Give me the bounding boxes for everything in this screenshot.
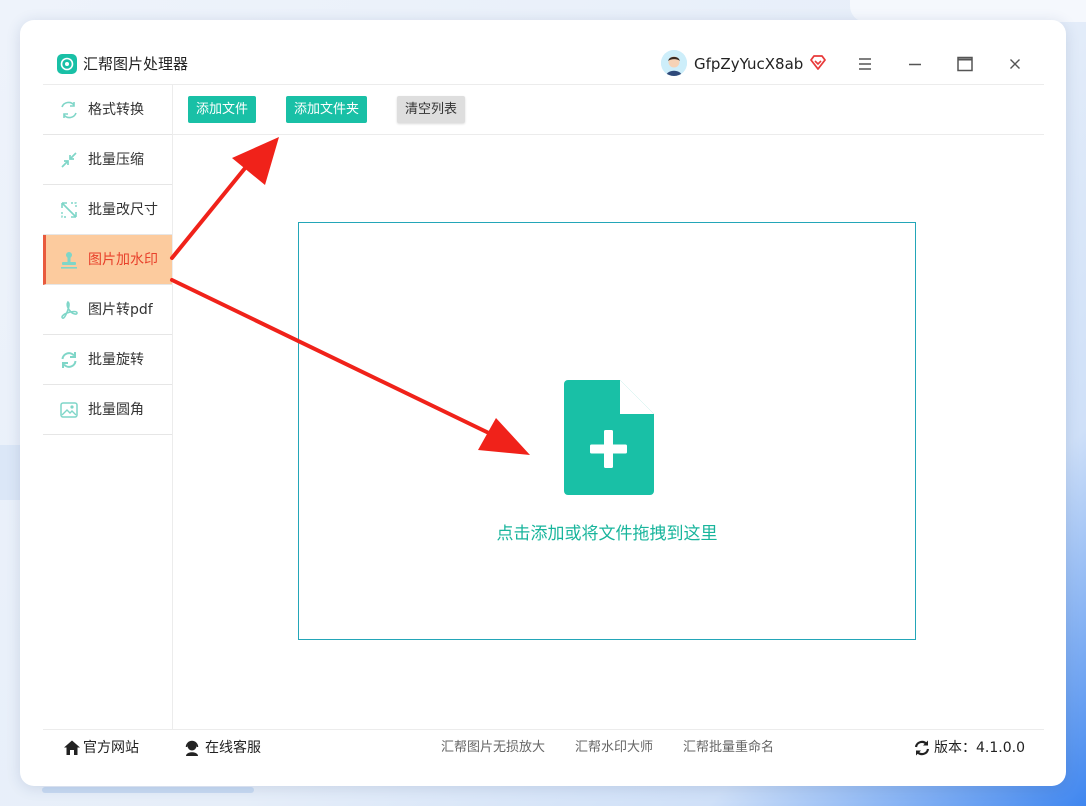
- background-strip: [0, 445, 22, 500]
- add-folder-button[interactable]: 添加文件夹: [286, 96, 368, 123]
- sidebar-item-label: 批量压缩: [88, 152, 144, 168]
- sidebar-item-label: 图片转pdf: [88, 302, 153, 318]
- footer-link-upscale[interactable]: 汇帮图片无损放大: [441, 739, 545, 757]
- version-label: 版本：4.1.0.0: [934, 740, 1025, 756]
- rounded-corner-image-icon: [59, 400, 79, 420]
- add-file-icon: [564, 380, 654, 499]
- app-logo-icon: [57, 54, 77, 74]
- format-convert-icon: [59, 100, 79, 120]
- toolbar: 添加文件 添加文件夹 清空列表: [173, 85, 1044, 135]
- app-title: 汇帮图片处理器: [83, 55, 189, 73]
- customer-service-icon[interactable]: [183, 739, 201, 761]
- sidebar-item-compress[interactable]: 批量压缩: [43, 135, 172, 185]
- pdf-icon: [59, 300, 79, 320]
- minimize-icon[interactable]: [903, 52, 927, 76]
- home-icon[interactable]: [63, 739, 81, 761]
- rotate-icon: [59, 350, 79, 370]
- footer: 官方网站 在线客服 汇帮图片无损放大 汇帮水印大师 汇帮批量重命名 版本：4.1…: [43, 729, 1044, 766]
- file-dropzone[interactable]: 点击添加或将文件拖拽到这里: [298, 222, 916, 640]
- sidebar-item-label: 批量改尺寸: [88, 202, 158, 218]
- avatar[interactable]: [661, 50, 687, 76]
- sidebar-item-label: 批量旋转: [88, 352, 144, 368]
- sidebar-item-format-convert[interactable]: 格式转换: [43, 85, 172, 135]
- title-bar: 汇帮图片处理器 GfpZyYucX8ab: [43, 43, 1044, 85]
- sidebar-item-label: 图片加水印: [88, 252, 158, 268]
- background-card: [850, 0, 1086, 22]
- sidebar-item-label: 格式转换: [88, 102, 144, 118]
- sidebar-item-resize[interactable]: 批量改尺寸: [43, 185, 172, 235]
- menu-icon[interactable]: [853, 52, 877, 76]
- background-strip: [42, 787, 254, 793]
- footer-link-batch-rename[interactable]: 汇帮批量重命名: [683, 739, 774, 757]
- sidebar-item-rounded-corner[interactable]: 批量圆角: [43, 385, 172, 435]
- username[interactable]: GfpZyYucX8ab: [694, 54, 803, 74]
- sidebar: 格式转换 批量压缩 批量改尺寸 图片加水印 图片转pdf 批量旋转 批量圆角: [43, 85, 173, 729]
- sidebar-item-watermark[interactable]: 图片加水印: [43, 235, 172, 285]
- sidebar-item-to-pdf[interactable]: 图片转pdf: [43, 285, 172, 335]
- app-window: 汇帮图片处理器 GfpZyYucX8ab 格式转换 批量压缩 批量改尺寸 图片加…: [43, 43, 1044, 765]
- vip-diamond-icon[interactable]: [808, 53, 828, 77]
- official-site-link[interactable]: 官方网站: [83, 739, 139, 757]
- footer-link-watermark-master[interactable]: 汇帮水印大师: [575, 739, 653, 757]
- maximize-icon[interactable]: [953, 52, 977, 76]
- watermark-stamp-icon: [59, 250, 79, 270]
- add-file-button[interactable]: 添加文件: [188, 96, 257, 123]
- refresh-icon[interactable]: [913, 739, 931, 761]
- dropzone-hint: 点击添加或将文件拖拽到这里: [496, 524, 718, 544]
- close-icon[interactable]: [1003, 52, 1027, 76]
- online-service-link[interactable]: 在线客服: [205, 739, 261, 757]
- sidebar-item-rotate[interactable]: 批量旋转: [43, 335, 172, 385]
- compress-icon: [59, 150, 79, 170]
- clear-list-button[interactable]: 清空列表: [397, 96, 466, 123]
- resize-icon: [59, 200, 79, 220]
- sidebar-item-label: 批量圆角: [88, 402, 144, 418]
